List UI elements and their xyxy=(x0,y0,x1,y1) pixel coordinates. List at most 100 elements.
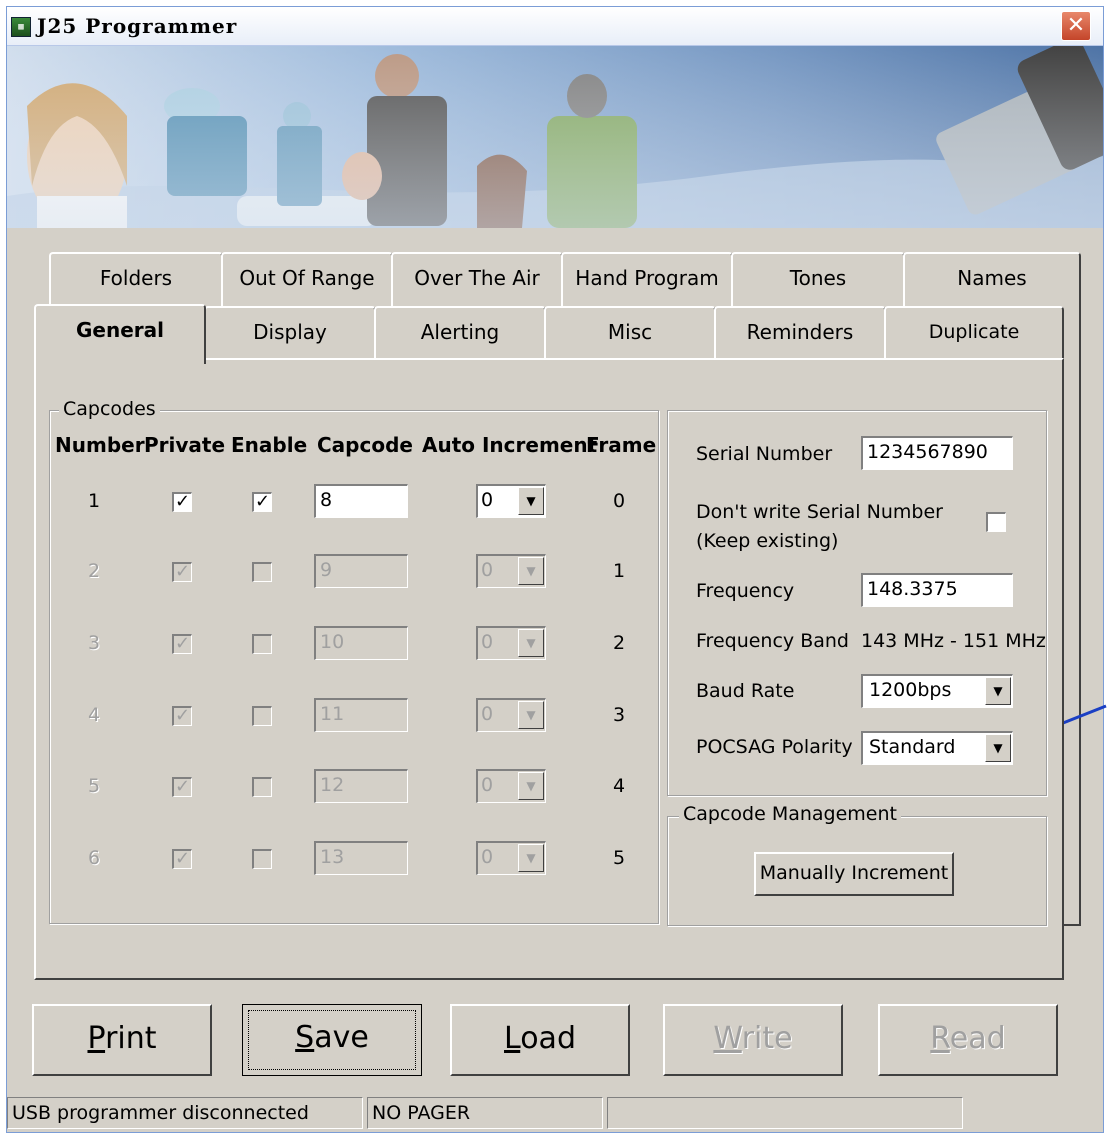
capcode-enable-checkbox[interactable] xyxy=(252,562,272,582)
auto-increment-select[interactable]: 0 ▼ xyxy=(476,484,546,518)
app-icon: ▦ xyxy=(11,17,31,37)
capcode-number: 1 xyxy=(88,490,101,512)
baud-rate-label: Baud Rate xyxy=(696,680,795,702)
frequency-band-value: 143 MHz - 151 MHz xyxy=(861,630,1046,652)
dont-write-serial-checkbox[interactable] xyxy=(986,512,1006,532)
capcode-number: 5 xyxy=(88,775,101,797)
capcode-frame: 5 xyxy=(613,847,626,869)
tab-names[interactable]: Names xyxy=(903,252,1081,306)
serial-number-label: Serial Number xyxy=(696,443,833,465)
capcode-input[interactable]: 11 xyxy=(314,698,408,732)
status-connection: USB programmer disconnected xyxy=(7,1097,363,1129)
col-header-frame: Frame xyxy=(586,433,657,457)
tab-alerting[interactable]: Alerting xyxy=(374,306,546,360)
tab-misc[interactable]: Misc xyxy=(544,306,716,360)
chevron-down-icon[interactable]: ▼ xyxy=(518,772,544,800)
chevron-down-icon[interactable]: ▼ xyxy=(518,557,544,585)
capcode-input[interactable]: 8 xyxy=(314,484,408,518)
capcode-frame: 1 xyxy=(613,560,626,582)
keep-existing-label: (Keep existing) xyxy=(696,530,839,552)
auto-increment-value: 0 xyxy=(481,846,494,868)
chevron-down-icon[interactable]: ▼ xyxy=(518,487,544,515)
col-header-private: Private xyxy=(144,433,226,457)
tab-general[interactable]: General xyxy=(34,304,206,364)
auto-increment-value: 0 xyxy=(481,703,494,725)
capcode-frame: 2 xyxy=(613,632,626,654)
close-button[interactable]: ✕ xyxy=(1061,11,1091,41)
load-button[interactable]: Load xyxy=(450,1004,630,1076)
col-header-capcode: Capcode xyxy=(317,433,413,457)
general-tab-panel: Capcodes Number Private Enable Capcode A… xyxy=(34,358,1064,980)
status-extra xyxy=(607,1097,963,1129)
tab-reminders[interactable]: Reminders xyxy=(714,306,886,360)
capcode-input[interactable]: 10 xyxy=(314,626,408,660)
tab-tones[interactable]: Tones xyxy=(731,252,905,306)
capcode-input[interactable]: 12 xyxy=(314,769,408,803)
auto-increment-select[interactable]: 0 ▼ xyxy=(476,841,546,875)
tab-display[interactable]: Display xyxy=(204,306,376,360)
capcodes-legend: Capcodes xyxy=(59,398,160,420)
capcode-private-checkbox[interactable]: ✓ xyxy=(172,706,192,726)
status-pager: NO PAGER xyxy=(367,1097,603,1129)
auto-increment-value: 0 xyxy=(481,559,494,581)
capcode-management-legend: Capcode Management xyxy=(679,803,901,825)
read-button[interactable]: Read xyxy=(878,1004,1058,1076)
app-window: ▦ J25 Programmer ✕ Folders Out Of Range … xyxy=(6,6,1104,1133)
write-button[interactable]: Write xyxy=(663,1004,843,1076)
auto-increment-value: 0 xyxy=(481,489,494,511)
tab-duplicate-messages[interactable]: Duplicate Messages xyxy=(884,306,1064,391)
frequency-input[interactable]: 148.3375 xyxy=(861,573,1013,607)
capcode-number: 4 xyxy=(88,704,101,726)
frequency-band-label: Frequency Band xyxy=(696,630,849,652)
capcode-private-checkbox[interactable]: ✓ xyxy=(172,562,192,582)
capcode-enable-checkbox[interactable] xyxy=(252,634,272,654)
capcode-input[interactable]: 13 xyxy=(314,841,408,875)
auto-increment-value: 0 xyxy=(481,774,494,796)
pocsag-polarity-label: POCSAG Polarity xyxy=(696,736,853,758)
capcode-frame: 0 xyxy=(613,490,626,512)
tab-out-of-range[interactable]: Out Of Range xyxy=(221,252,393,306)
tab-hand-program[interactable]: Hand Program xyxy=(561,252,733,306)
auto-increment-select[interactable]: 0 ▼ xyxy=(476,698,546,732)
chevron-down-icon[interactable]: ▼ xyxy=(518,701,544,729)
manually-increment-button[interactable]: Manually Increment xyxy=(754,852,954,896)
capcode-number: 2 xyxy=(88,560,101,582)
status-bar: USB programmer disconnected NO PAGER xyxy=(7,1095,1103,1131)
capcode-number: 6 xyxy=(88,847,101,869)
window-title: J25 Programmer xyxy=(37,14,238,38)
title-bar[interactable]: ▦ J25 Programmer ✕ xyxy=(7,7,1103,46)
tab-folders[interactable]: Folders xyxy=(49,252,223,306)
tab-over-the-air[interactable]: Over The Air xyxy=(391,252,563,306)
col-header-enable: Enable xyxy=(231,433,308,457)
capcode-number: 3 xyxy=(88,632,101,654)
capcode-private-checkbox[interactable]: ✓ xyxy=(172,492,192,512)
tab-panel-back-edge xyxy=(1063,302,1081,926)
chevron-down-icon[interactable]: ▼ xyxy=(985,734,1011,762)
chevron-down-icon[interactable]: ▼ xyxy=(985,677,1011,705)
col-header-number: Number xyxy=(55,433,145,457)
serial-number-input[interactable]: 1234567890 xyxy=(861,436,1013,470)
chevron-down-icon[interactable]: ▼ xyxy=(518,844,544,872)
capcode-enable-checkbox[interactable] xyxy=(252,706,272,726)
capcode-enable-checkbox[interactable] xyxy=(252,777,272,797)
capcode-input[interactable]: 9 xyxy=(314,554,408,588)
save-button[interactable]: Save xyxy=(242,1004,422,1076)
capcode-frame: 4 xyxy=(613,775,626,797)
focus-rectangle xyxy=(248,1010,416,1070)
print-button[interactable]: Print xyxy=(32,1004,212,1076)
header-banner-image xyxy=(7,46,1103,228)
capcode-enable-checkbox[interactable] xyxy=(252,849,272,869)
auto-increment-select[interactable]: 0 ▼ xyxy=(476,626,546,660)
baud-rate-value: 1200bps xyxy=(869,679,952,701)
pocsag-polarity-value: Standard xyxy=(869,736,956,758)
auto-increment-select[interactable]: 0 ▼ xyxy=(476,554,546,588)
capcode-enable-checkbox[interactable]: ✓ xyxy=(252,492,272,512)
auto-increment-select[interactable]: 0 ▼ xyxy=(476,769,546,803)
capcode-private-checkbox[interactable]: ✓ xyxy=(172,777,192,797)
capcode-private-checkbox[interactable]: ✓ xyxy=(172,849,192,869)
chevron-down-icon[interactable]: ▼ xyxy=(518,629,544,657)
capcode-private-checkbox[interactable]: ✓ xyxy=(172,634,192,654)
col-header-auto-increment: Auto Increment xyxy=(422,433,598,457)
pocsag-polarity-select[interactable]: Standard ▼ xyxy=(861,731,1013,765)
baud-rate-select[interactable]: 1200bps ▼ xyxy=(861,674,1013,708)
